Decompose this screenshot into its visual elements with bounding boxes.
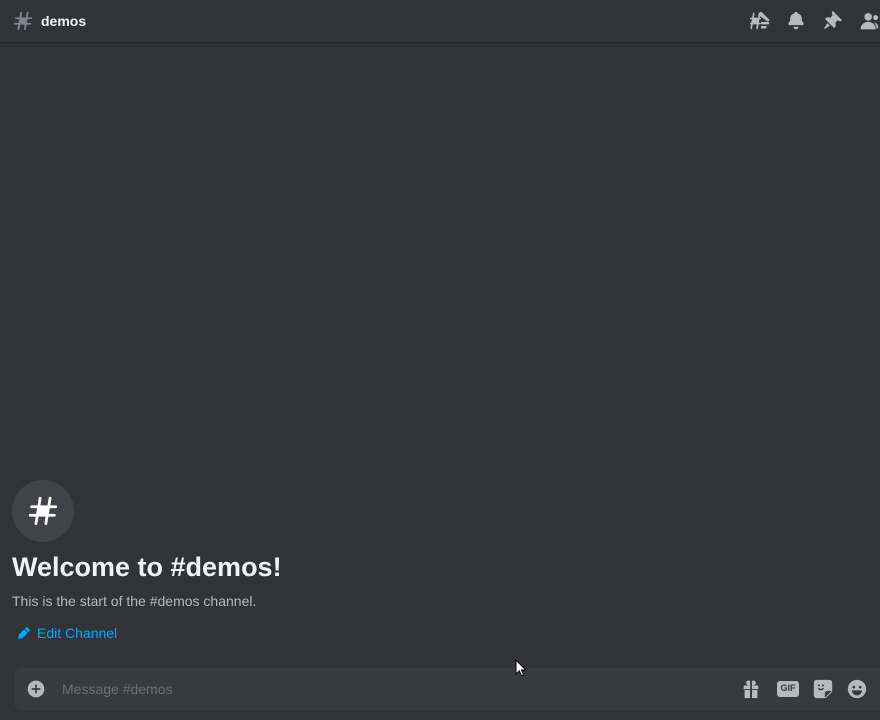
message-composer: GIF	[14, 668, 880, 710]
welcome-title: Welcome to #demos!	[12, 552, 282, 582]
members-icon[interactable]	[858, 11, 880, 31]
gif-label: GIF	[780, 683, 796, 693]
channel-hash-icon	[13, 11, 33, 31]
gift-icon[interactable]	[740, 678, 762, 700]
sticker-icon[interactable]	[812, 678, 834, 700]
gif-button[interactable]: GIF	[776, 678, 800, 700]
add-attachment-icon[interactable]	[26, 679, 46, 699]
channel-name: demos	[41, 13, 87, 29]
pencil-icon	[18, 627, 30, 639]
edit-channel-link[interactable]: Edit Channel	[17, 623, 117, 643]
threads-icon[interactable]	[750, 11, 770, 31]
emoji-icon[interactable]	[846, 678, 868, 700]
welcome-hash-avatar	[12, 480, 74, 542]
bell-icon[interactable]	[786, 11, 806, 31]
channel-header: demos	[0, 0, 880, 42]
message-input[interactable]	[62, 679, 722, 699]
edit-channel-label: Edit Channel	[37, 625, 118, 641]
discord-channel-view: demos Welcome to #demos! This is the sta…	[0, 0, 880, 720]
channel-hash-icon	[28, 496, 58, 526]
pin-icon[interactable]	[822, 11, 842, 31]
welcome-subtitle: This is the start of the #demos channel.	[12, 593, 257, 609]
